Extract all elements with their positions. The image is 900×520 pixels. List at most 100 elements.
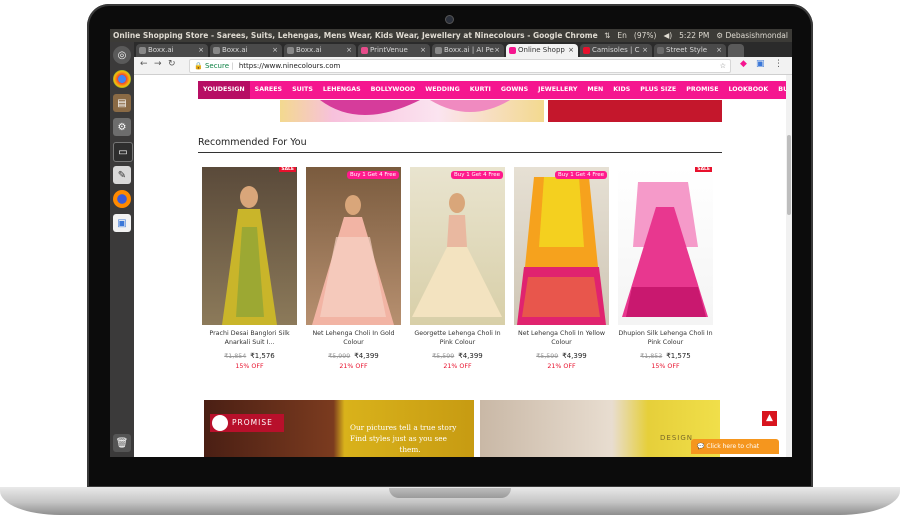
promo-line-1: Our pictures tell a true story: [350, 423, 457, 432]
files-icon[interactable]: ▤: [113, 94, 131, 112]
forward-icon[interactable]: →: [154, 59, 162, 69]
tab-boxx-ai[interactable]: Boxx.ai | AI Pe ×: [432, 44, 504, 57]
favicon-icon: [583, 47, 590, 54]
discount-label: 21% OFF: [547, 363, 576, 370]
product-image[interactable]: Buy 1 Get 4 Free: [514, 167, 609, 325]
network-icon[interactable]: ⇅: [604, 29, 610, 42]
scrollbar-thumb[interactable]: [787, 135, 791, 215]
product-image[interactable]: Buy 1 Get 4 Free: [306, 167, 401, 325]
design-banner[interactable]: DESIGN: [480, 400, 720, 457]
chat-icon: 💬: [697, 443, 705, 450]
banner-art: [320, 100, 510, 115]
tab-boxx-1[interactable]: Boxx.ai ×: [136, 44, 208, 57]
product-name[interactable]: Net Lehenga Choli In Gold Colour: [306, 329, 401, 348]
tab-label: Boxx.ai: [222, 46, 248, 54]
ubuntu-launcher: ◎ ▤ ⚙ ▭ ✎ ▣ 🗑: [110, 42, 134, 457]
close-icon[interactable]: ×: [568, 44, 574, 57]
firefox-icon[interactable]: [113, 190, 131, 208]
nav-gowns[interactable]: GOWNS: [496, 81, 533, 99]
close-icon[interactable]: ×: [346, 44, 352, 57]
chat-label: Click here to chat: [706, 443, 760, 450]
volume-icon[interactable]: ◀): [663, 29, 672, 42]
nav-lookbook[interactable]: LOOKBOOK: [724, 81, 774, 99]
tab-boxx-3[interactable]: Boxx.ai ×: [284, 44, 356, 57]
clock[interactable]: 5:22 PM: [679, 29, 709, 42]
favicon-icon: [361, 47, 368, 54]
product-name[interactable]: Net Lehenga Choli In Yellow Colour: [514, 329, 609, 348]
screen: Online Shopping Store - Sarees, Suits, L…: [110, 29, 792, 457]
close-icon[interactable]: ×: [716, 44, 722, 57]
nav-kurti[interactable]: KURTI: [465, 81, 496, 99]
libreoffice-icon[interactable]: ▣: [113, 214, 131, 232]
banner-image-left[interactable]: [280, 100, 544, 122]
product-card[interactable]: SALE Prachi Desai Banglori Silk Anarkali…: [202, 167, 297, 370]
scroll-top-button[interactable]: ▲: [762, 411, 777, 426]
nav-youdesign[interactable]: YOUDESIGN: [198, 81, 250, 99]
terminal-icon[interactable]: ▭: [113, 142, 133, 162]
nav-wedding[interactable]: WEDDING: [420, 81, 464, 99]
discount-label: 15% OFF: [235, 363, 264, 370]
tab-camisoles[interactable]: Camisoles | C ×: [580, 44, 652, 57]
nav-lehengas[interactable]: LEHENGAS: [318, 81, 366, 99]
nav-jewellery[interactable]: JEWELLERY: [533, 81, 582, 99]
product-image[interactable]: SALE: [618, 167, 713, 325]
tab-online-shopping[interactable]: Online Shopp ×: [506, 44, 578, 57]
close-icon[interactable]: ×: [420, 44, 426, 57]
nav-men[interactable]: MEN: [582, 81, 608, 99]
battery-status[interactable]: (97%): [634, 29, 657, 42]
keyboard-icon[interactable]: En: [617, 29, 627, 42]
tab-label: Boxx.ai | AI Pe: [444, 46, 494, 54]
product-image[interactable]: Buy 1 Get 4 Free: [410, 167, 505, 325]
product-card[interactable]: Buy 1 Get 4 Free Georgette Lehenga Choli…: [410, 167, 505, 370]
user-name: Debasishmondal: [725, 31, 789, 40]
menu-icon[interactable]: ⋮: [774, 59, 783, 69]
promise-banner[interactable]: PROMISE Our pictures tell a true story F…: [204, 400, 474, 457]
product-card[interactable]: Buy 1 Get 4 Free Net Lehenga Choli In Ye…: [514, 167, 609, 370]
bookmark-star-icon[interactable]: ☆: [720, 60, 726, 72]
close-icon[interactable]: ×: [494, 44, 500, 57]
nav-sarees[interactable]: SAREES: [250, 81, 287, 99]
page-scrollbar[interactable]: [786, 75, 792, 457]
close-icon[interactable]: ×: [198, 44, 204, 57]
system-tray: ⇅ En (97%) ◀) 5:22 PM ⚙ Debasishmondal: [604, 29, 788, 42]
product-art: [517, 177, 606, 325]
close-icon[interactable]: ×: [272, 44, 278, 57]
extension-icon[interactable]: ◆: [740, 59, 747, 69]
product-name[interactable]: Prachi Desai Banglori Silk Anarkali Suit…: [202, 329, 297, 348]
chrome-icon[interactable]: [113, 70, 131, 88]
product-card[interactable]: Buy 1 Get 4 Free Net Lehenga Choli In Go…: [306, 167, 401, 370]
tab-printvenue[interactable]: PrintVenue ×: [358, 44, 430, 57]
product-price: ₹5,999 ₹4,399: [306, 352, 401, 360]
nav-suits[interactable]: SUITS: [287, 81, 318, 99]
nav-bollywood[interactable]: BOLLYWOOD: [366, 81, 421, 99]
reload-icon[interactable]: ↻: [168, 59, 176, 69]
product-price: ₹5,599 ₹4,399: [514, 352, 609, 360]
banner-image-right[interactable]: [548, 100, 722, 122]
extension-2-icon[interactable]: ▣: [756, 59, 765, 69]
tab-label: PrintVenue: [370, 46, 408, 54]
back-icon[interactable]: ←: [140, 59, 148, 69]
trash-icon[interactable]: 🗑: [113, 434, 131, 452]
product-image[interactable]: SALE: [202, 167, 297, 325]
offer-badge: Buy 1 Get 4 Free: [347, 171, 399, 179]
product-name[interactable]: Georgette Lehenga Choli In Pink Colour: [410, 329, 505, 348]
address-bar[interactable]: 🔒 Secure | https://www.ninecolours.com ☆: [189, 59, 731, 73]
new-tab-button[interactable]: [728, 44, 744, 57]
favicon-icon: [213, 47, 220, 54]
discount-label: 15% OFF: [651, 363, 680, 370]
chat-widget[interactable]: 💬 Click here to chat: [691, 439, 779, 454]
old-price: ₹1,854: [224, 353, 247, 360]
nav-promise[interactable]: PROMISE: [681, 81, 723, 99]
product-card[interactable]: SALE Dhupion Silk Lehenga Choli In Pink …: [618, 167, 713, 370]
tab-street-style[interactable]: Street Style ×: [654, 44, 726, 57]
dash-icon[interactable]: ◎: [113, 46, 131, 64]
nav-kids[interactable]: KIDS: [608, 81, 635, 99]
tab-boxx-2[interactable]: Boxx.ai ×: [210, 44, 282, 57]
text-editor-icon[interactable]: ✎: [113, 166, 131, 184]
product-name[interactable]: Dhupion Silk Lehenga Choli In Pink Colou…: [618, 329, 713, 348]
settings-icon[interactable]: ⚙: [113, 118, 131, 136]
user-menu[interactable]: ⚙ Debasishmondal: [716, 29, 788, 42]
close-icon[interactable]: ×: [642, 44, 648, 57]
promo-line-3: them.: [399, 445, 421, 454]
nav-plus-size[interactable]: PLUS SIZE: [635, 81, 681, 99]
